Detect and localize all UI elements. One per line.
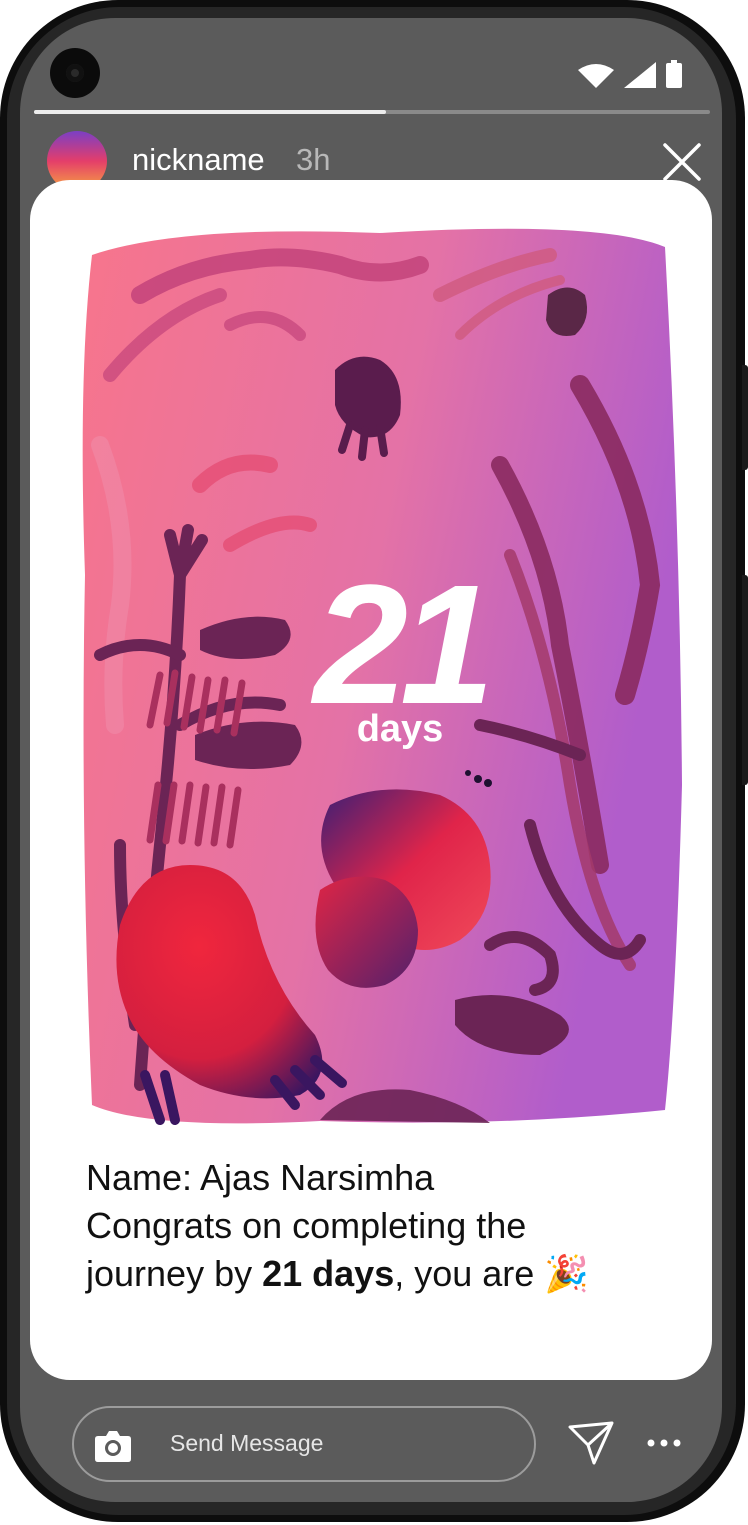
message-journey-prefix: journey by <box>86 1253 263 1294</box>
days-label: days <box>356 708 444 750</box>
send-message-placeholder: Send Message <box>170 1430 324 1456</box>
close-icon[interactable] <box>662 142 702 182</box>
power-button <box>742 575 748 785</box>
message-journey-suffix: , you are <box>394 1253 535 1294</box>
days-count: 21 <box>313 550 494 740</box>
message-line-journey: journey by 21 days, you are 🎉 <box>86 1250 686 1298</box>
front-camera <box>50 48 100 98</box>
party-popper-emoji: 🎉 <box>544 1253 590 1294</box>
username[interactable]: nickname <box>132 142 265 178</box>
message-days-bold: 21 days <box>262 1253 395 1294</box>
signal-icon <box>624 62 656 88</box>
congrats-message: Name: Ajas Narsimha Congrats on completi… <box>86 1154 686 1298</box>
wifi-icon <box>578 64 614 88</box>
status-bar-icons <box>578 60 682 88</box>
more-icon[interactable] <box>646 1437 682 1449</box>
camera-icon[interactable] <box>94 1427 132 1463</box>
story-progress-bar <box>34 110 710 114</box>
battery-icon <box>666 60 682 88</box>
story-footer: Send Message <box>20 1403 722 1502</box>
message-line-congrats: Congrats on completing the <box>86 1205 527 1246</box>
story-progress-fill <box>34 110 386 114</box>
message-line-name: Name: Ajas Narsimha <box>86 1157 435 1198</box>
story-card: 21 days Name: Ajas Narsimha Congrats on … <box>30 180 712 1380</box>
send-message-input[interactable]: Send Message <box>72 1406 536 1482</box>
send-icon[interactable] <box>568 1421 614 1465</box>
story-timestamp: 3h <box>296 142 331 177</box>
phone-screen: nickname 3h 21 days Name: Ajas Narsimha … <box>20 18 722 1502</box>
volume-button <box>742 365 748 470</box>
